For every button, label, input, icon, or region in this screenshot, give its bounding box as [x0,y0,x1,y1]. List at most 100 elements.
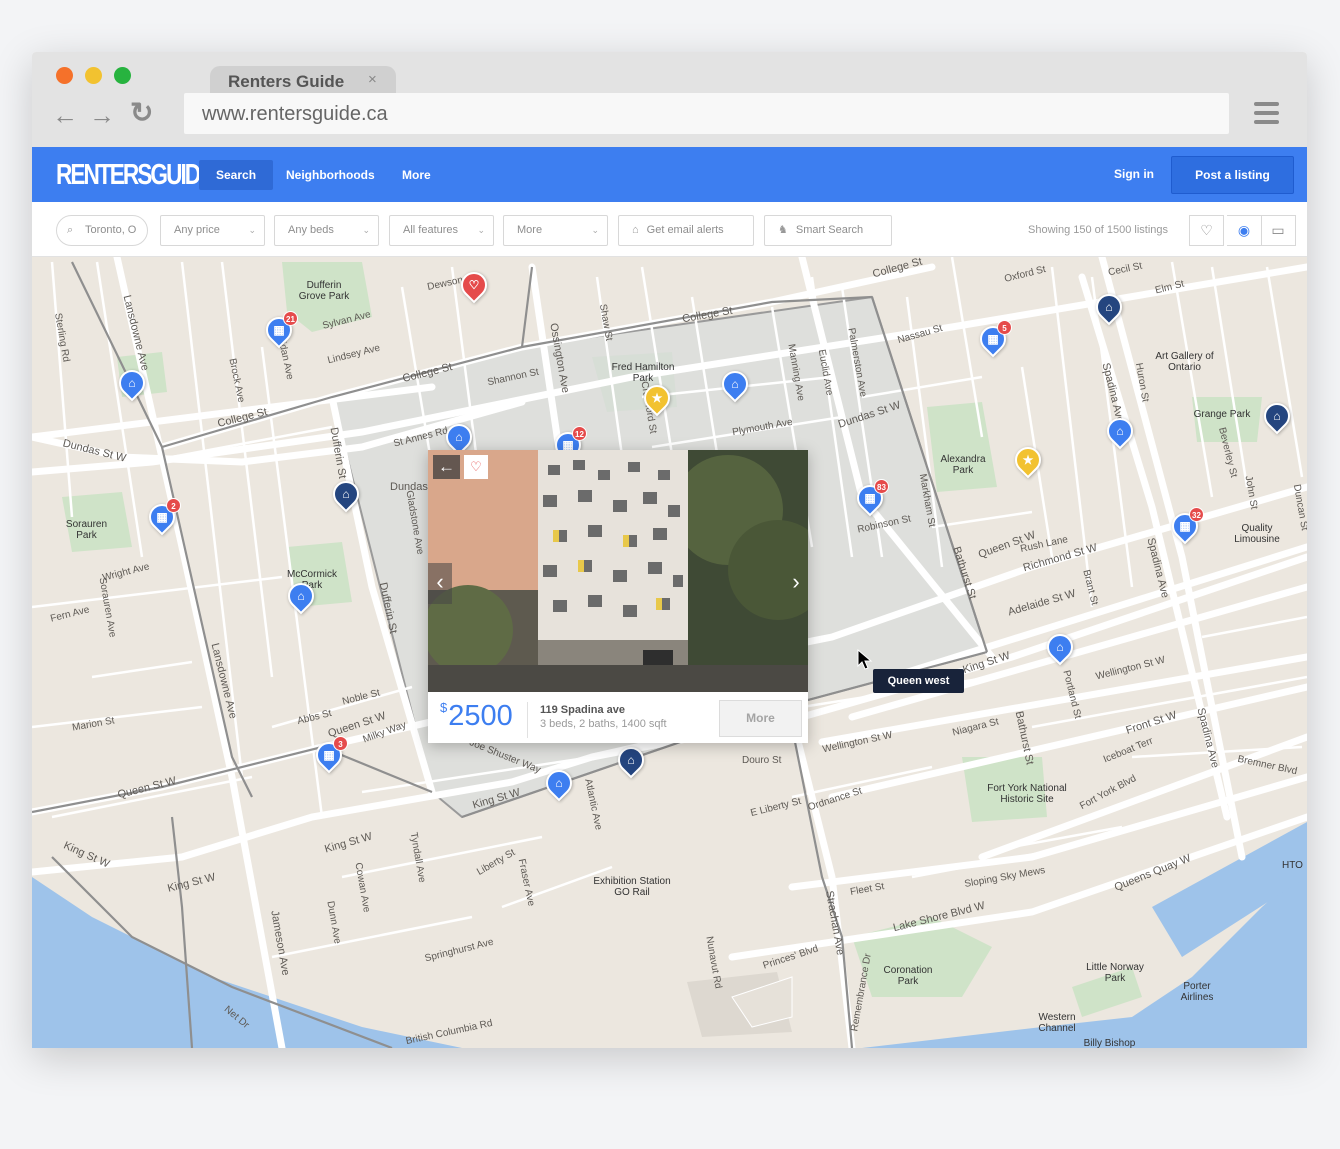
listing-pin[interactable]: ⌂ [540,764,578,804]
listing-address: 119 Spadina ave [540,704,625,716]
forward-arrow-icon[interactable]: → [89,102,115,128]
featured-listing-pin[interactable]: ★ [1009,441,1047,481]
next-photo-button[interactable]: › [784,563,808,604]
place-label: Fort York National Historic Site [987,783,1067,805]
listing-more-button[interactable]: More [719,700,802,737]
features-dropdown[interactable]: All features ⌄ [389,215,494,246]
price-value: 2500 [448,700,513,732]
home-icon: ⌂ [297,589,305,603]
listing-count-badge: 3 [333,736,348,751]
listing-pin[interactable]: ⌂ [1258,397,1296,437]
map[interactable]: College St College St College St College… [32,257,1307,1048]
neighborhood-tooltip: Queen west [873,669,964,693]
listing-count-badge: 12 [572,426,587,441]
listing-popup[interactable]: ← ♡ ‹ › $2500 119 Spadina ave 3 beds, 2 … [428,450,808,743]
home-icon: ⌂ [1273,409,1281,423]
sign-in-link[interactable]: Sign in [1114,167,1154,181]
listing-count-badge: 83 [874,479,889,494]
tab-title: Renters Guide [228,72,345,91]
home-icon: ⌂ [1105,300,1113,314]
price-dropdown[interactable]: Any price ⌄ [160,215,265,246]
list-icon: ▭ [1271,222,1285,238]
site-logo[interactable]: RENTERSGUIDE [56,159,214,191]
heart-icon: ♡ [1200,222,1213,238]
listing-pin[interactable]: ▦ 5 [974,320,1012,360]
listing-pin[interactable]: ▦ 32 [1166,507,1204,547]
divider [527,702,528,738]
back-arrow-icon[interactable]: ← [52,102,78,128]
browser-tab[interactable]: Renters Guide × [210,66,396,94]
minimize-window-button[interactable] [85,67,102,84]
browser-window: Renters Guide × ← → ↻ www.rentersguide.c… [32,52,1307,1048]
listing-photo[interactable]: ← ♡ ‹ › [428,450,808,692]
search-icon: ⌕ [67,224,74,236]
listing-pin[interactable]: ▦ 2 [143,498,181,538]
address-bar[interactable]: www.rentersguide.ca [184,93,1229,134]
listing-count-badge: 2 [166,498,181,513]
post-listing-button[interactable]: Post a listing [1171,156,1294,194]
heart-icon[interactable]: ♡ [464,455,488,479]
place-label: Grange Park [1193,409,1251,420]
place-label: Western Channel [1038,1012,1076,1034]
home-icon: ⌂ [128,376,136,390]
location-search-input[interactable]: ⌕ Toronto, O [56,215,148,246]
maximize-window-button[interactable] [114,67,131,84]
chevron-down-icon: ⌄ [477,225,485,235]
home-icon: ⌂ [1056,640,1064,654]
reload-icon[interactable]: ↻ [130,99,153,127]
place-label: Fred Hamilton Park [611,362,675,384]
listing-pin[interactable]: ⌂ [716,365,754,405]
listing-pin[interactable]: ⌂ [327,475,365,515]
cursor-icon [857,649,873,670]
beds-value: Any beds [288,224,334,236]
currency-symbol: $ [440,700,448,715]
street-label: Douro St [742,755,782,766]
listing-count: Showing 150 of 1500 listings [1028,224,1169,236]
listing-pin[interactable]: ⌂ [113,364,151,404]
unicorn-icon: ♞ [778,224,788,236]
more-filters-value: More [517,224,543,236]
tab-close-icon[interactable]: × [368,71,377,88]
filter-bar: ⌕ Toronto, O Any price ⌄ Any beds ⌄ All fea… [32,202,1307,257]
listing-pin[interactable]: ⌂ [282,577,320,617]
email-alerts-button[interactable]: ⌂ Get email alerts [618,215,754,246]
place-label: Sorauren Park [65,519,108,541]
close-window-button[interactable] [56,67,73,84]
place-label: Quality Limousine [1234,523,1280,545]
listing-pin[interactable]: ⌂ [1090,288,1128,328]
place-label: Billy Bishop [1083,1038,1136,1048]
smart-search-label: Smart Search [795,224,864,236]
listing-pin[interactable]: ⌂ [1041,628,1079,668]
home-icon: ⌂ [627,753,635,767]
chevron-down-icon: ⌄ [591,225,599,235]
home-icon: ⌂ [455,430,463,444]
beds-dropdown[interactable]: Any beds ⌄ [274,215,379,246]
place-label: Alexandra Park [940,454,986,476]
listing-pin[interactable]: ▦ 3 [310,736,348,776]
favorites-view-button[interactable]: ♡ [1189,215,1224,246]
more-filters-dropdown[interactable]: More ⌄ [503,215,608,246]
favorite-listing-pin[interactable]: ♡ [455,266,493,306]
listing-pin[interactable]: ▦ 83 [851,479,889,519]
list-view-button[interactable]: ▭ [1261,215,1296,246]
site-header: RENTERSGUIDE Search Neighborhoods More S… [32,147,1307,202]
nav-more[interactable]: More [385,160,448,190]
back-arrow-icon[interactable]: ← [433,455,460,479]
email-alerts-label: Get email alerts [646,224,724,236]
price-value: Any price [174,224,220,236]
listing-pin[interactable]: ▦ 21 [260,311,298,351]
listing-pin[interactable]: ⌂ [1101,412,1139,452]
nav-search[interactable]: Search [199,160,274,190]
map-view-button[interactable]: ◉ [1227,215,1262,246]
browser-menu-icon[interactable] [1254,102,1279,126]
nav-neighborhoods[interactable]: Neighborhoods [269,160,392,190]
smart-search-button[interactable]: ♞ Smart Search [764,215,892,246]
featured-listing-pin[interactable]: ★ [638,379,676,419]
place-label: Exhibition Station GO Rail [593,876,671,898]
location-value: Toronto, O [85,224,137,236]
listing-pin[interactable]: ⌂ [612,741,650,781]
heart-icon: ♡ [468,278,480,292]
previous-photo-button[interactable]: ‹ [428,563,452,604]
place-label: Porter Airlines [1180,981,1214,1003]
place-label: Coronation Park [883,965,933,987]
